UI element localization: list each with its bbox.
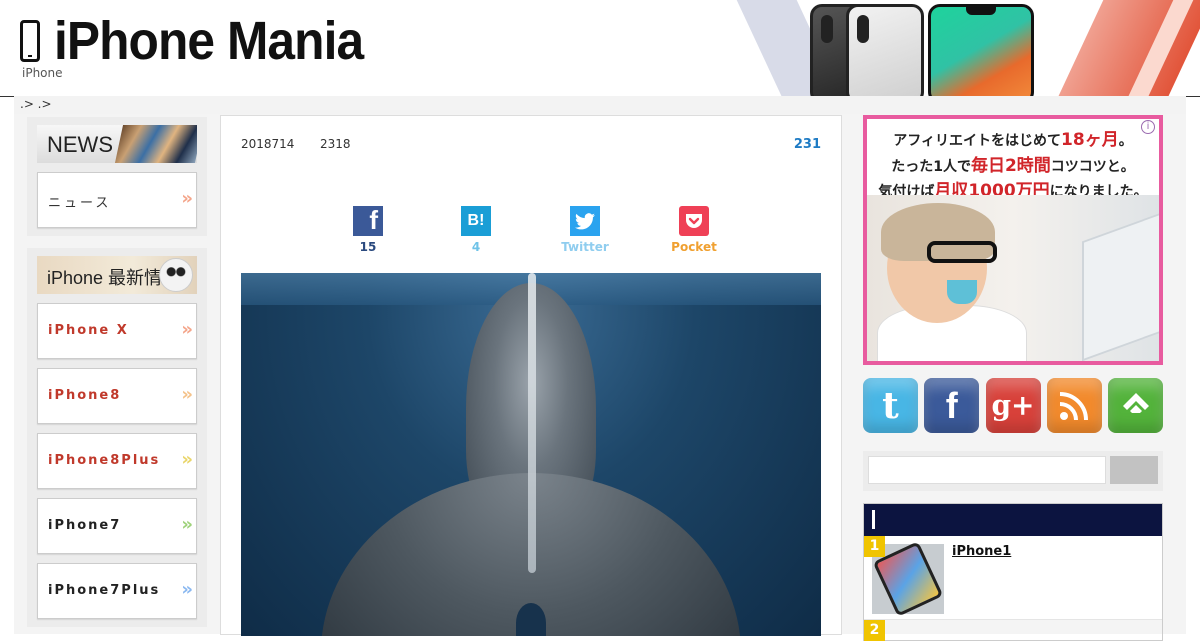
sidebar-item-label: iPhone7 — [48, 518, 122, 533]
share-count: 15 — [359, 240, 377, 254]
sidebar-item-label: iPhone7Plus — [48, 583, 161, 598]
ad-photo — [867, 195, 1159, 361]
panda-icon — [159, 258, 193, 292]
article-date: 2018714 — [241, 137, 295, 151]
sidebar-item-iphone-x[interactable]: iPhone X » — [37, 303, 197, 359]
left-sidebar: NEWS ニュース » iPhone 最新情報 iPhone X » iPhon… — [27, 117, 207, 639]
sidebar-item-label: iPhone8 — [48, 388, 122, 403]
ranking-header — [864, 504, 1162, 536]
iphone-info-header: iPhone 最新情報 — [37, 256, 197, 294]
sidebar-item-label: iPhone X — [48, 323, 129, 338]
share-count: 4 — [471, 240, 481, 254]
twitter-icon[interactable]: t — [863, 378, 918, 433]
sidebar-item-iphone8[interactable]: iPhone8 » — [37, 368, 197, 424]
share-label: Pocket — [671, 240, 717, 254]
sidebar-item-iphone8plus[interactable]: iPhone8Plus » — [37, 433, 197, 489]
sidebar-item-iphone7[interactable]: iPhone7 » — [37, 498, 197, 554]
double-chevron-right-icon: » — [181, 514, 192, 535]
sidebar-item-label: iPhone8Plus — [48, 453, 161, 468]
advertisement-banner[interactable]: i アフィリエイトをはじめて18ヶ月。 たった1人で毎日2時間コツコツと。 気付… — [863, 115, 1163, 365]
share-label: Twitter — [561, 240, 609, 254]
rss-icon[interactable] — [1046, 378, 1102, 433]
facebook-icon[interactable]: f — [924, 378, 980, 433]
ranking-item[interactable]: 2 — [864, 620, 1162, 641]
double-chevron-right-icon: » — [181, 384, 192, 405]
iphone-white-image — [846, 4, 924, 96]
breadcrumb[interactable]: .> .> — [14, 96, 1186, 114]
twitter-icon — [570, 206, 600, 236]
ranking-item[interactable]: 1 iPhone1 — [864, 536, 1162, 620]
pocket-icon — [679, 206, 709, 236]
phone-icon — [20, 20, 40, 62]
search-box — [863, 451, 1163, 491]
sidebar-item-news[interactable]: ニュース » — [37, 172, 197, 228]
social-links: t f g+ — [863, 378, 1163, 433]
share-pocket-button[interactable]: Pocket — [664, 206, 724, 254]
ranking-widget: 1 iPhone1 2 — [863, 503, 1163, 641]
site-title: iPhone Mania — [54, 11, 364, 71]
article-main: 2018714 2318 231 f 15 B! 4 Twitter Pocke… — [220, 115, 842, 636]
rank-badge: 2 — [864, 620, 885, 641]
sidebar-item-label: ニュース — [48, 196, 112, 211]
article-hero-image[interactable] — [241, 273, 821, 636]
news-title: NEWS — [47, 132, 113, 157]
share-hatena-button[interactable]: B! 4 — [446, 206, 506, 254]
iphone-info-box: iPhone 最新情報 iPhone X » iPhone8 » iPhone8… — [27, 248, 207, 627]
sidebar-item-iphone7plus[interactable]: iPhone7Plus » — [37, 563, 197, 619]
site-tagline: iPhone — [22, 66, 63, 80]
right-sidebar: i アフィリエイトをはじめて18ヶ月。 たった1人で毎日2時間コツコツと。 気付… — [863, 115, 1163, 641]
double-chevron-right-icon: » — [181, 319, 192, 340]
share-facebook-button[interactable]: f 15 — [338, 205, 398, 254]
site-logo[interactable]: iPhone Mania — [20, 10, 390, 72]
double-chevron-right-icon: » — [181, 579, 192, 600]
header-banner-image[interactable] — [680, 0, 1200, 96]
site-header: iPhone Mania iPhone — [0, 0, 1200, 96]
hatena-bookmark-icon: B! — [461, 206, 491, 236]
double-chevron-right-icon: » — [181, 188, 192, 209]
ad-headline-2: たった1人で毎日2時間コツコツと。 — [891, 156, 1135, 176]
ranking-title-link[interactable]: iPhone1 — [952, 544, 1011, 559]
search-input[interactable] — [868, 456, 1106, 484]
search-button[interactable] — [1110, 456, 1158, 484]
news-box: NEWS ニュース » — [27, 117, 207, 236]
google-plus-icon[interactable]: g+ — [985, 378, 1041, 433]
article-time: 2318 — [320, 137, 351, 151]
double-chevron-right-icon: » — [181, 449, 192, 470]
share-twitter-button[interactable]: Twitter — [555, 206, 615, 254]
ad-headline-1: アフィリエイトをはじめて18ヶ月。 — [893, 130, 1133, 150]
iphone-x-image — [928, 4, 1034, 96]
news-header-image — [114, 125, 197, 163]
rank-badge: 1 — [864, 536, 885, 557]
article-view-count: 231 — [793, 137, 821, 152]
facebook-icon: f — [353, 205, 383, 236]
feedly-icon[interactable] — [1108, 378, 1163, 433]
news-header: NEWS — [37, 125, 197, 163]
